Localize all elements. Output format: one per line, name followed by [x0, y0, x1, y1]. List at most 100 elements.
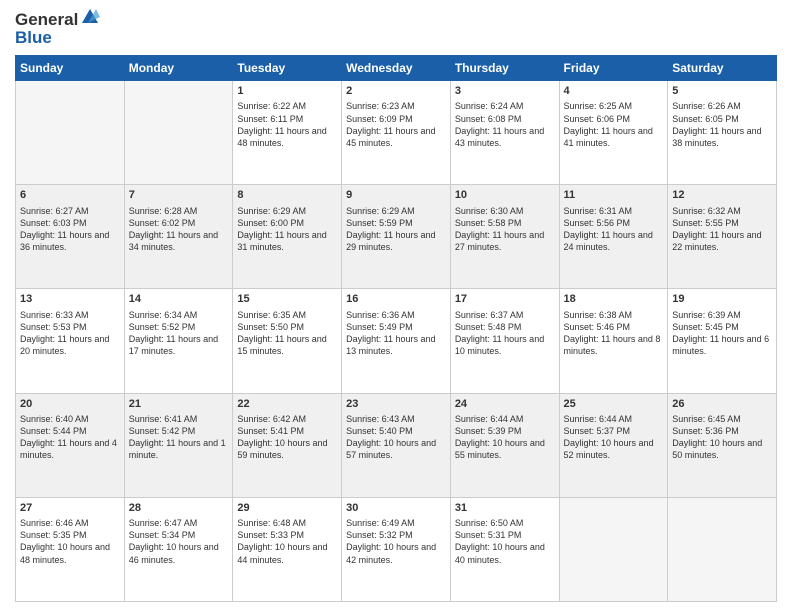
- day-number: 31: [455, 501, 555, 515]
- calendar-week-row: 6 Sunrise: 6:27 AM Sunset: 6:03 PM Daylig…: [16, 185, 777, 289]
- day-number: 5: [672, 84, 772, 98]
- day-number: 1: [237, 84, 337, 98]
- day-number: 13: [20, 292, 120, 306]
- day-info: Sunrise: 6:33 AM Sunset: 5:53 PM Dayligh…: [20, 309, 120, 358]
- day-info: Sunrise: 6:50 AM Sunset: 5:31 PM Dayligh…: [455, 517, 555, 566]
- logo-blue: Blue: [15, 28, 52, 48]
- calendar-cell: 6 Sunrise: 6:27 AM Sunset: 6:03 PM Daylig…: [16, 185, 125, 289]
- day-number: 15: [237, 292, 337, 306]
- calendar-cell: [559, 497, 668, 601]
- calendar-week-row: 1 Sunrise: 6:22 AM Sunset: 6:11 PM Daylig…: [16, 81, 777, 185]
- calendar-cell: 14 Sunrise: 6:34 AM Sunset: 5:52 PM Dayli…: [124, 289, 233, 393]
- day-info: Sunrise: 6:34 AM Sunset: 5:52 PM Dayligh…: [129, 309, 229, 358]
- day-number: 8: [237, 188, 337, 202]
- calendar-week-row: 27 Sunrise: 6:46 AM Sunset: 5:35 PM Dayli…: [16, 497, 777, 601]
- day-info: Sunrise: 6:26 AM Sunset: 6:05 PM Dayligh…: [672, 100, 772, 149]
- calendar-cell: 4Sunrise: 6:25 AM Sunset: 6:06 PM Daylig…: [559, 81, 668, 185]
- day-info: Sunrise: 6:44 AM Sunset: 5:37 PM Dayligh…: [564, 413, 664, 462]
- day-info: Sunrise: 6:42 AM Sunset: 5:41 PM Dayligh…: [237, 413, 337, 462]
- calendar-header-thursday: Thursday: [450, 56, 559, 81]
- calendar-cell: 3 Sunrise: 6:24 AM Sunset: 6:08 PM Daylig…: [450, 81, 559, 185]
- day-info: Sunrise: 6:39 AM Sunset: 5:45 PM Dayligh…: [672, 309, 772, 358]
- calendar-week-row: 20 Sunrise: 6:40 AM Sunset: 5:44 PM Dayli…: [16, 393, 777, 497]
- day-number: 20: [20, 397, 120, 411]
- calendar-week-row: 13 Sunrise: 6:33 AM Sunset: 5:53 PM Dayli…: [16, 289, 777, 393]
- calendar-cell: 23 Sunrise: 6:43 AM Sunset: 5:40 PM Dayli…: [342, 393, 451, 497]
- day-info: Sunrise: 6:28 AM Sunset: 6:02 PM Dayligh…: [129, 205, 229, 254]
- calendar-cell: [124, 81, 233, 185]
- day-number: 2: [346, 84, 446, 98]
- calendar-cell: 18 Sunrise: 6:38 AM Sunset: 5:46 PM Dayli…: [559, 289, 668, 393]
- calendar-cell: 20 Sunrise: 6:40 AM Sunset: 5:44 PM Dayli…: [16, 393, 125, 497]
- day-number: 18: [564, 292, 664, 306]
- calendar-cell: 30 Sunrise: 6:49 AM Sunset: 5:32 PM Dayli…: [342, 497, 451, 601]
- calendar-cell: 22 Sunrise: 6:42 AM Sunset: 5:41 PM Dayli…: [233, 393, 342, 497]
- calendar-header-tuesday: Tuesday: [233, 56, 342, 81]
- day-info: Sunrise: 6:22 AM Sunset: 6:11 PM Dayligh…: [237, 100, 337, 149]
- day-number: 12: [672, 188, 772, 202]
- calendar-cell: 31 Sunrise: 6:50 AM Sunset: 5:31 PM Dayli…: [450, 497, 559, 601]
- logo: General Blue: [15, 10, 100, 47]
- day-number: 22: [237, 397, 337, 411]
- day-number: 11: [564, 188, 664, 202]
- day-info: Sunrise: 6:35 AM Sunset: 5:50 PM Dayligh…: [237, 309, 337, 358]
- day-info: Sunrise: 6:49 AM Sunset: 5:32 PM Dayligh…: [346, 517, 446, 566]
- calendar-cell: 2Sunrise: 6:23 AM Sunset: 6:09 PM Daylig…: [342, 81, 451, 185]
- calendar-cell: 12 Sunrise: 6:32 AM Sunset: 5:55 PM Dayli…: [668, 185, 777, 289]
- calendar-cell: 24Sunrise: 6:44 AM Sunset: 5:39 PM Dayli…: [450, 393, 559, 497]
- day-number: 16: [346, 292, 446, 306]
- day-number: 14: [129, 292, 229, 306]
- calendar-cell: 17Sunrise: 6:37 AM Sunset: 5:48 PM Dayli…: [450, 289, 559, 393]
- day-info: Sunrise: 6:38 AM Sunset: 5:46 PM Dayligh…: [564, 309, 664, 358]
- day-number: 21: [129, 397, 229, 411]
- calendar-cell: 8 Sunrise: 6:29 AM Sunset: 6:00 PM Daylig…: [233, 185, 342, 289]
- day-info: Sunrise: 6:27 AM Sunset: 6:03 PM Dayligh…: [20, 205, 120, 254]
- day-number: 6: [20, 188, 120, 202]
- calendar-cell: 26Sunrise: 6:45 AM Sunset: 5:36 PM Dayli…: [668, 393, 777, 497]
- calendar-header-sunday: Sunday: [16, 56, 125, 81]
- day-number: 4: [564, 84, 664, 98]
- day-info: Sunrise: 6:37 AM Sunset: 5:48 PM Dayligh…: [455, 309, 555, 358]
- day-info: Sunrise: 6:32 AM Sunset: 5:55 PM Dayligh…: [672, 205, 772, 254]
- calendar-cell: [16, 81, 125, 185]
- calendar-header-friday: Friday: [559, 56, 668, 81]
- calendar-cell: 19 Sunrise: 6:39 AM Sunset: 5:45 PM Dayli…: [668, 289, 777, 393]
- day-info: Sunrise: 6:29 AM Sunset: 5:59 PM Dayligh…: [346, 205, 446, 254]
- calendar-header-wednesday: Wednesday: [342, 56, 451, 81]
- day-info: Sunrise: 6:29 AM Sunset: 6:00 PM Dayligh…: [237, 205, 337, 254]
- calendar-cell: 21 Sunrise: 6:41 AM Sunset: 5:42 PM Dayli…: [124, 393, 233, 497]
- calendar-cell: 27 Sunrise: 6:46 AM Sunset: 5:35 PM Dayli…: [16, 497, 125, 601]
- calendar-cell: 5 Sunrise: 6:26 AM Sunset: 6:05 PM Daylig…: [668, 81, 777, 185]
- day-number: 30: [346, 501, 446, 515]
- day-number: 10: [455, 188, 555, 202]
- calendar-cell: [668, 497, 777, 601]
- logo-triangle-icon: [80, 9, 100, 27]
- day-info: Sunrise: 6:41 AM Sunset: 5:42 PM Dayligh…: [129, 413, 229, 462]
- day-number: 25: [564, 397, 664, 411]
- page: General Blue SundayMondayTuesdayWednesda…: [0, 0, 792, 612]
- day-info: Sunrise: 6:46 AM Sunset: 5:35 PM Dayligh…: [20, 517, 120, 566]
- calendar-header-row: SundayMondayTuesdayWednesdayThursdayFrid…: [16, 56, 777, 81]
- day-number: 29: [237, 501, 337, 515]
- calendar-header-saturday: Saturday: [668, 56, 777, 81]
- day-info: Sunrise: 6:45 AM Sunset: 5:36 PM Dayligh…: [672, 413, 772, 462]
- day-number: 28: [129, 501, 229, 515]
- day-number: 23: [346, 397, 446, 411]
- calendar-cell: 28 Sunrise: 6:47 AM Sunset: 5:34 PM Dayli…: [124, 497, 233, 601]
- day-number: 9: [346, 188, 446, 202]
- calendar-cell: 16Sunrise: 6:36 AM Sunset: 5:49 PM Dayli…: [342, 289, 451, 393]
- day-number: 3: [455, 84, 555, 98]
- day-number: 19: [672, 292, 772, 306]
- header: General Blue: [15, 10, 777, 47]
- day-info: Sunrise: 6:47 AM Sunset: 5:34 PM Dayligh…: [129, 517, 229, 566]
- calendar-cell: 15 Sunrise: 6:35 AM Sunset: 5:50 PM Dayli…: [233, 289, 342, 393]
- calendar-cell: 9 Sunrise: 6:29 AM Sunset: 5:59 PM Daylig…: [342, 185, 451, 289]
- day-number: 27: [20, 501, 120, 515]
- day-number: 7: [129, 188, 229, 202]
- day-info: Sunrise: 6:44 AM Sunset: 5:39 PM Dayligh…: [455, 413, 555, 462]
- day-info: Sunrise: 6:43 AM Sunset: 5:40 PM Dayligh…: [346, 413, 446, 462]
- day-info: Sunrise: 6:31 AM Sunset: 5:56 PM Dayligh…: [564, 205, 664, 254]
- day-info: Sunrise: 6:40 AM Sunset: 5:44 PM Dayligh…: [20, 413, 120, 462]
- calendar-cell: 25 Sunrise: 6:44 AM Sunset: 5:37 PM Dayli…: [559, 393, 668, 497]
- day-info: Sunrise: 6:24 AM Sunset: 6:08 PM Dayligh…: [455, 100, 555, 149]
